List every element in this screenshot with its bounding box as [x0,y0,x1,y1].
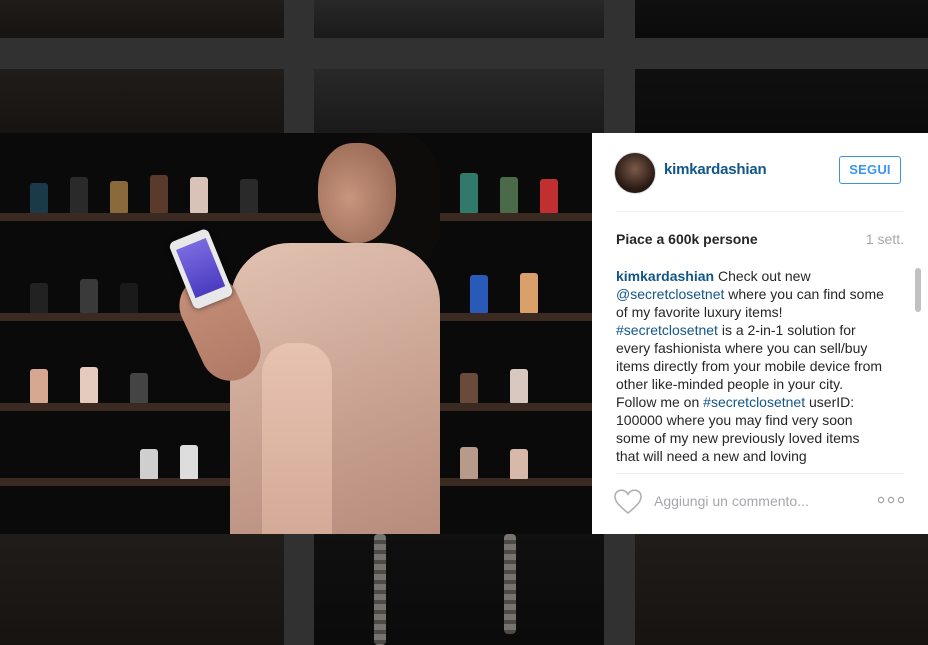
likes-count[interactable]: Piace a 600k persone [616,231,758,247]
shoe [30,183,48,213]
caption-hashtag[interactable]: #secretclosetnet [703,394,805,410]
post-side-panel: kimkardashian SEGUI Piace a 600k persone… [592,133,928,534]
shoe-row [0,167,592,213]
caption-segment: Check out new [714,268,811,284]
person-body [262,343,332,534]
shoe [460,373,478,403]
shoe [540,179,558,213]
shoe [510,449,528,479]
post-username[interactable]: kimkardashian [664,161,767,178]
caption-username[interactable]: kimkardashian [616,268,714,284]
person-head [318,143,396,243]
post-header: kimkardashian SEGUI [592,133,928,211]
comment-input[interactable] [654,491,854,511]
shoe [30,283,48,313]
follow-button[interactable]: SEGUI [839,156,901,184]
shoe [120,283,138,313]
caption-scroll-area[interactable]: kimkardashian Check out new @secretclose… [616,267,886,467]
heart-icon[interactable] [614,489,642,515]
shoe [460,447,478,479]
shoe [80,279,98,313]
post-photo[interactable] [0,133,592,534]
shoe [240,179,258,213]
shoe [130,373,148,403]
shoe [190,177,208,213]
shoe [500,177,518,213]
shelf [0,213,592,221]
shoe [30,369,48,403]
comment-bar [592,479,928,534]
caption-mention[interactable]: @secretclosetnet [616,286,724,302]
shoe [520,273,538,313]
caption-text: kimkardashian Check out new @secretclose… [616,267,886,465]
shoe [80,367,98,403]
shoe [70,177,88,213]
caption-scrollbar[interactable] [914,266,922,464]
more-options-icon[interactable] [878,495,904,505]
caption-hashtag[interactable]: #secretclosetnet [616,322,718,338]
shoe [140,449,158,479]
divider [616,473,904,474]
shoe [460,173,478,213]
post-timestamp[interactable]: 1 sett. [866,231,904,247]
shoe [470,275,488,313]
shoe [180,445,198,479]
divider [616,211,904,212]
scrollbar-thumb[interactable] [915,268,921,312]
shoe [510,369,528,403]
shoe [110,181,128,213]
profile-avatar[interactable] [614,152,656,194]
shoe [150,175,168,213]
